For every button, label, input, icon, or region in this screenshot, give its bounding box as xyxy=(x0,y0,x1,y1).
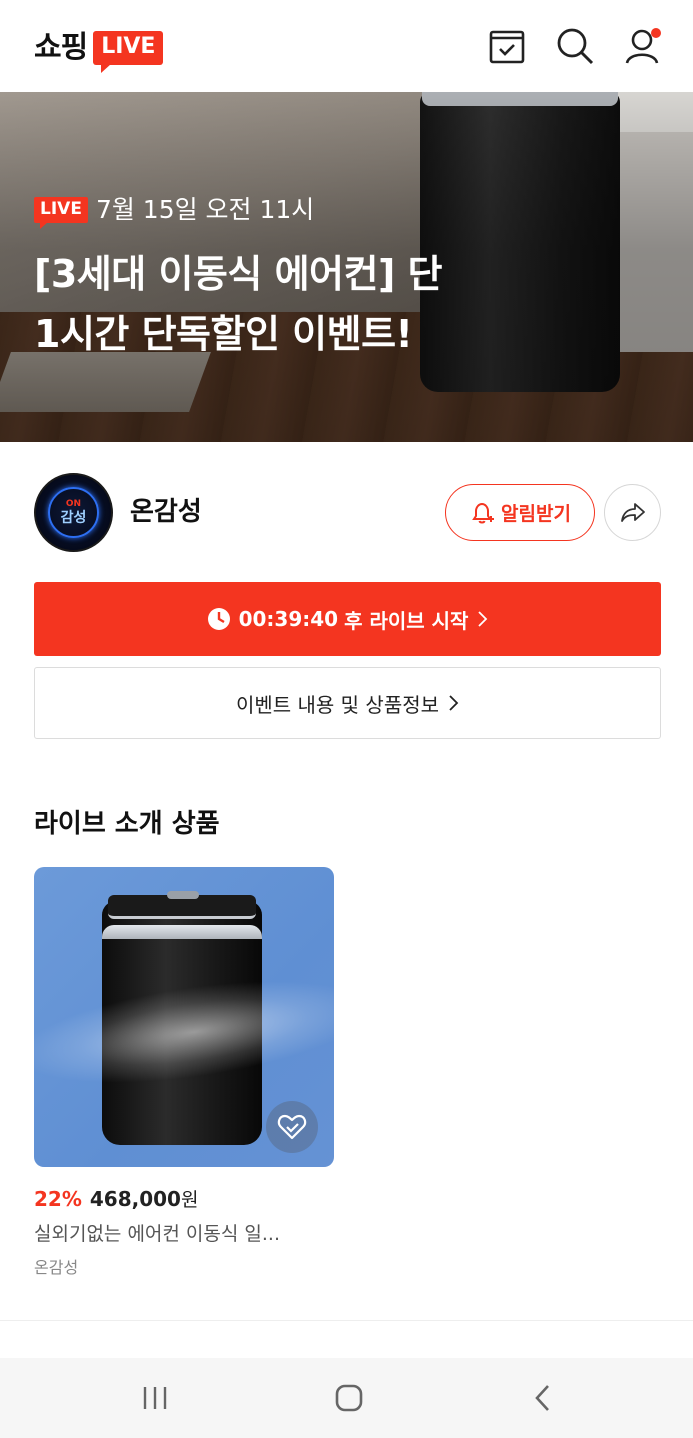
broadcast-title-line1: [3세대 이동식 에어컨] 단 xyxy=(34,252,443,296)
wishlist-button[interactable] xyxy=(266,1101,318,1153)
search-icon[interactable] xyxy=(555,26,595,66)
back-icon[interactable] xyxy=(521,1376,565,1420)
notify-button[interactable]: 알림받기 xyxy=(445,484,595,541)
calendar-check-icon[interactable] xyxy=(487,26,527,66)
countdown-suffix: 후 라이브 시작 xyxy=(344,608,469,633)
broadcast-title: [3세대 이동식 에어컨] 단 1시간 단독할인 이벤트! xyxy=(34,244,514,364)
logo-live-badge: LIVE xyxy=(93,31,164,73)
live-countdown-button[interactable]: 00:39:40 후 라이브 시작 xyxy=(34,582,661,656)
countdown-time: 00:39:40 xyxy=(238,607,339,631)
chevron-right-icon xyxy=(478,611,488,627)
avatar-brand-text: 감성 xyxy=(60,509,87,526)
discount-rate: 22% xyxy=(34,1187,82,1211)
divider xyxy=(0,1320,693,1321)
product-price-row: 22% 468,000 원 xyxy=(34,1185,198,1214)
live-badge: LIVE xyxy=(34,197,88,229)
notification-dot xyxy=(651,28,661,38)
hero-banner[interactable]: LIVE 7월 15일 오전 11시 [3세대 이동식 에어컨] 단 1시간 단… xyxy=(0,92,693,442)
heart-check-icon xyxy=(277,1114,307,1140)
recent-apps-icon[interactable] xyxy=(133,1376,177,1420)
app-header: 쇼핑 LIVE xyxy=(0,0,693,92)
notify-label: 알림받기 xyxy=(501,503,571,525)
product-seller: 온감성 xyxy=(34,1258,79,1277)
broadcast-schedule: LIVE 7월 15일 오전 11시 xyxy=(34,195,315,229)
system-navigation-bar xyxy=(0,1358,693,1438)
section-title: 라이브 소개 상품 xyxy=(34,809,220,839)
currency-unit: 원 xyxy=(180,1189,199,1211)
channel-avatar[interactable]: ON 감성 xyxy=(34,473,113,552)
event-info-label: 이벤트 내용 및 상품정보 xyxy=(235,692,440,717)
product-name[interactable]: 실외기없는 에어컨 이동식 일... xyxy=(34,1220,334,1248)
share-button[interactable] xyxy=(604,484,661,541)
shopping-live-logo[interactable]: 쇼핑 LIVE xyxy=(34,26,164,73)
user-icon[interactable] xyxy=(623,26,663,66)
bell-plus-icon xyxy=(472,502,495,523)
clock-icon xyxy=(207,608,230,630)
share-arrow-icon xyxy=(620,502,645,522)
product-price: 468,000 xyxy=(89,1187,181,1211)
logo-text: 쇼핑 xyxy=(34,30,88,65)
broadcast-title-line2: 1시간 단독할인 이벤트! xyxy=(34,312,413,356)
chevron-right-icon xyxy=(449,695,459,711)
product-image[interactable] xyxy=(34,867,334,1167)
avatar-on-text: ON xyxy=(65,498,82,509)
broadcast-date: 7월 15일 오전 11시 xyxy=(95,195,315,224)
channel-name[interactable]: 온감성 xyxy=(130,494,202,530)
event-info-button[interactable]: 이벤트 내용 및 상품정보 xyxy=(34,667,661,739)
home-icon[interactable] xyxy=(327,1376,371,1420)
